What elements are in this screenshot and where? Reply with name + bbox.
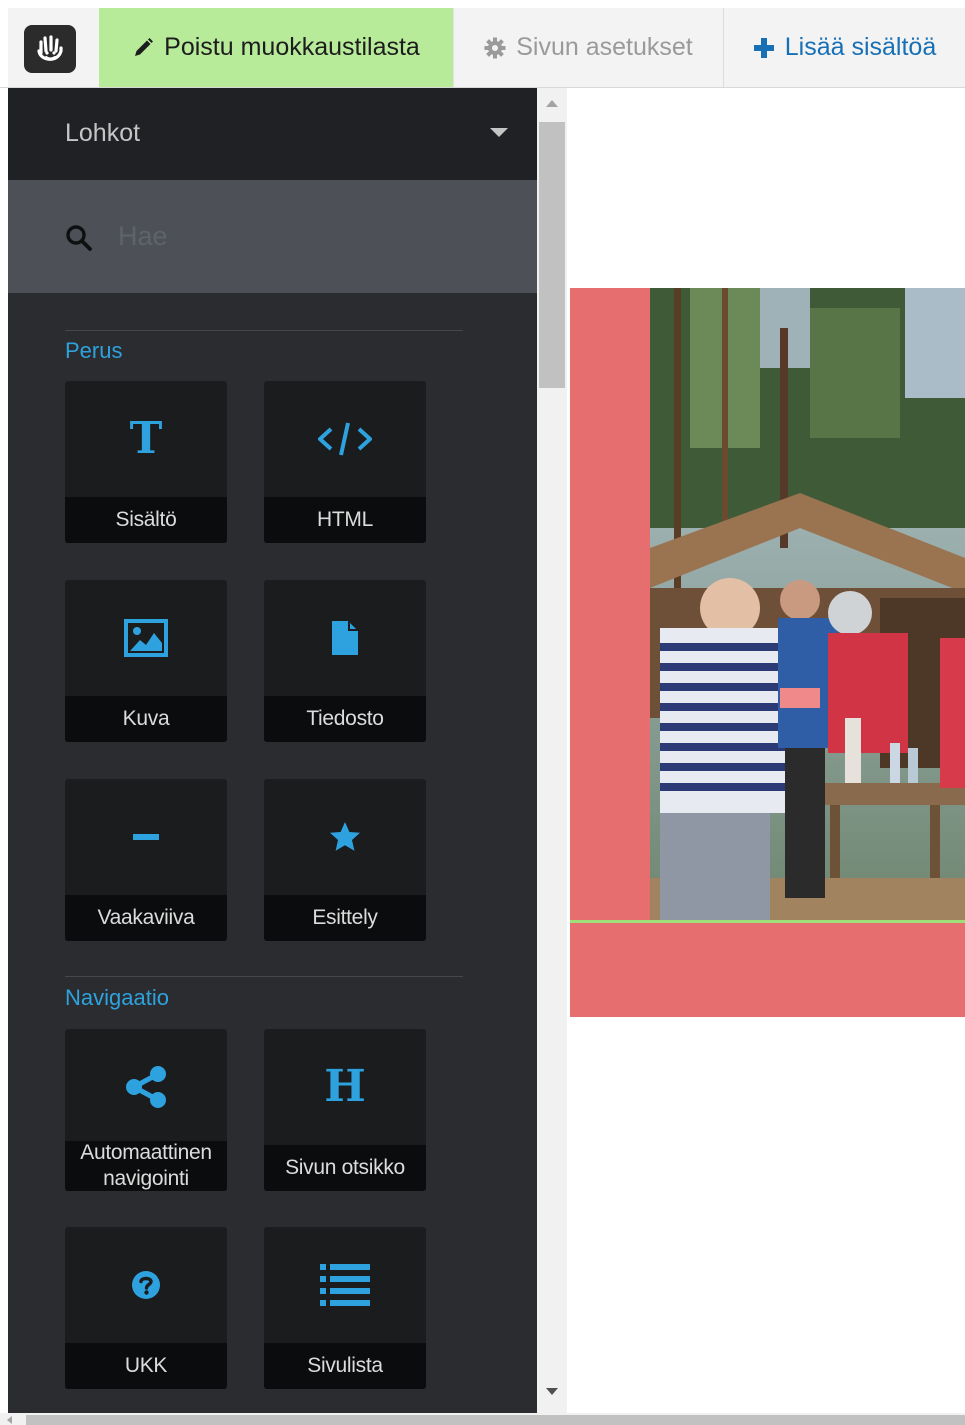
panel-title: Lohkot bbox=[65, 119, 141, 147]
block-tile-divider[interactable]: Vaakaviiva bbox=[65, 779, 227, 941]
block-tile-content[interactable]: T Sisältö bbox=[65, 381, 227, 543]
list-icon bbox=[264, 1227, 426, 1343]
scroll-left-arrow-icon[interactable] bbox=[7, 1416, 12, 1424]
block-tile-label: Automaattinen navigointi bbox=[65, 1141, 227, 1191]
minus-icon bbox=[65, 779, 227, 895]
search-bar bbox=[8, 180, 537, 293]
pencil-icon bbox=[132, 37, 154, 59]
scroll-down-arrow-icon[interactable] bbox=[546, 1388, 558, 1395]
add-content-label: Lisää sisältöä bbox=[784, 33, 937, 61]
horizontal-scrollbar[interactable] bbox=[0, 1413, 965, 1425]
block-tile-auto-nav[interactable]: Automaattinen navigointi bbox=[65, 1029, 227, 1191]
panel-scrollbar[interactable] bbox=[537, 88, 567, 1413]
section-divider bbox=[65, 976, 463, 977]
block-tile-label: Tiedosto bbox=[264, 696, 426, 742]
code-icon bbox=[264, 381, 426, 497]
block-tile-image[interactable]: Kuva bbox=[65, 580, 227, 742]
block-tile-label: Sivun otsikko bbox=[264, 1145, 426, 1191]
hero-photo bbox=[650, 288, 965, 921]
question-icon bbox=[65, 1227, 227, 1343]
block-tile-label: Sisältö bbox=[65, 497, 227, 543]
search-input[interactable] bbox=[118, 216, 498, 256]
block-tile-label: Kuva bbox=[65, 696, 227, 742]
block-tile-label: UKK bbox=[65, 1343, 227, 1389]
gear-icon bbox=[484, 37, 506, 59]
block-tile-faq[interactable]: UKK bbox=[65, 1227, 227, 1389]
page-content bbox=[567, 88, 965, 1413]
block-tile-label: HTML bbox=[264, 497, 426, 543]
block-tile-file[interactable]: Tiedosto bbox=[264, 580, 426, 742]
section-title-perus: Perus bbox=[65, 338, 123, 363]
block-tile-label: Sivulista bbox=[264, 1343, 426, 1389]
exit-edit-mode-button[interactable]: Poistu muokkaustilasta bbox=[99, 8, 453, 87]
page-settings-label: Sivun asetukset bbox=[516, 33, 693, 61]
block-tile-label: Esittely bbox=[264, 895, 426, 941]
block-tile-html[interactable]: HTML bbox=[264, 381, 426, 543]
add-content-button[interactable]: Lisää sisältöä bbox=[723, 8, 965, 87]
heading-icon: H bbox=[324, 1061, 366, 1112]
hero-divider bbox=[570, 920, 965, 923]
text-icon: T bbox=[129, 413, 163, 464]
block-tile-page-title[interactable]: H Sivun otsikko bbox=[264, 1029, 426, 1191]
blocks-panel-header[interactable]: Lohkot bbox=[8, 88, 537, 180]
block-tile-page-list[interactable]: Sivulista bbox=[264, 1227, 426, 1389]
block-tile-feature[interactable]: Esittely bbox=[264, 779, 426, 941]
section-title-navigaatio: Navigaatio bbox=[65, 985, 169, 1010]
exit-edit-mode-label: Poistu muokkaustilasta bbox=[164, 33, 420, 61]
caret-down-icon[interactable] bbox=[490, 128, 508, 137]
star-icon bbox=[264, 779, 426, 895]
plus-icon bbox=[753, 37, 775, 59]
share-icon bbox=[65, 1029, 227, 1145]
block-tile-label: Vaakaviiva bbox=[65, 895, 227, 941]
search-icon bbox=[65, 224, 93, 257]
scrollbar-thumb[interactable] bbox=[539, 122, 565, 388]
logo-area bbox=[8, 8, 99, 87]
concrete-logo-icon[interactable] bbox=[24, 25, 76, 73]
blocks-panel: Lohkot Perus T Sisältö HTML bbox=[8, 88, 537, 1413]
image-icon bbox=[65, 580, 227, 696]
horizontal-scrollbar-thumb[interactable] bbox=[26, 1415, 965, 1425]
section-divider bbox=[65, 330, 463, 331]
file-icon bbox=[264, 580, 426, 696]
page-settings-button[interactable]: Sivun asetukset bbox=[453, 8, 723, 87]
edit-toolbar: Poistu muokkaustilasta Sivun asetukset L… bbox=[0, 0, 965, 88]
scroll-up-arrow-icon[interactable] bbox=[546, 100, 558, 107]
